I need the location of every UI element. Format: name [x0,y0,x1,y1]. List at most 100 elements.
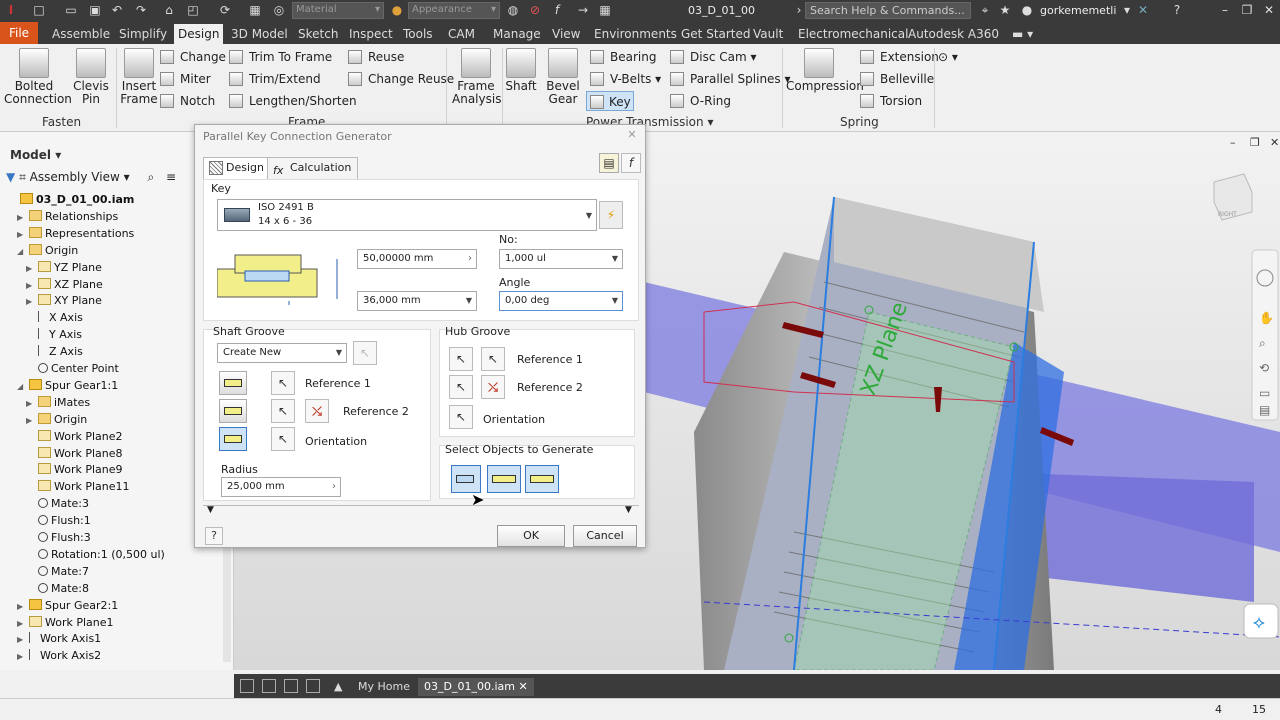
browser-title[interactable]: Model ▾ [10,148,61,162]
user-icon[interactable]: ● [1020,3,1034,17]
shaft-reference-2-pick[interactable]: ↖ [271,399,295,423]
expand-divider[interactable] [203,505,639,515]
tab-electromechanical[interactable]: Electromechanical [794,24,912,44]
generate-shaft-groove-toggle[interactable] [487,465,521,493]
tab-design[interactable]: Design [174,24,224,44]
number-of-keys-select[interactable]: 1,000 ul ▼ [499,249,623,269]
material-combo[interactable]: Material ▾ [292,2,384,19]
shaft-reference-1-pick[interactable]: ↖ [271,371,295,395]
v-belts-button[interactable]: V-Belts ▾ [590,69,661,89]
expand-toggle-icon[interactable]: ▶ [26,412,38,429]
disc-cam-button[interactable]: Disc Cam ▾ [670,47,757,67]
expand-toggle-icon[interactable]: ▶ [26,260,38,277]
hub-orientation-pick[interactable]: ↖ [449,405,473,429]
app-logo-icon[interactable]: I [4,3,18,17]
hub-reference-1-pick[interactable]: ↖ [449,347,473,371]
extension-button[interactable]: Extension [860,47,939,67]
trim-extend-button[interactable]: Trim/Extend [229,69,321,89]
tab-tools[interactable]: Tools [399,24,437,44]
tab-design[interactable]: Design [203,157,271,179]
shaft-orientation-pick[interactable]: ↖ [271,427,295,451]
tree-item[interactable]: ◢ Origin [17,242,78,259]
bearing-button[interactable]: Bearing [590,47,656,67]
angle-select[interactable]: 0,00 deg ▼ [499,291,623,311]
shaft-groove-type-3[interactable] [219,427,247,451]
vertical-split-icon[interactable] [306,679,320,693]
notch-button[interactable]: Notch [160,91,215,111]
tab-view[interactable]: View [548,24,584,44]
tab-vault[interactable]: Vault [749,24,787,44]
clear-icon[interactable]: ⊘ [528,3,542,17]
tab-document[interactable]: 03_D_01_00.iam ✕ [418,678,534,696]
lengthen-shorten-button[interactable]: Lengthen/Shorten [229,91,357,111]
parallel-splines-button[interactable]: Parallel Splines ▾ [670,69,791,89]
help-icon[interactable]: ? [205,527,223,545]
search-input[interactable]: Search Help & Commands... [805,2,971,19]
tree-item[interactable]: ▶ XY Plane [26,292,102,309]
torsion-button[interactable]: Torsion [860,91,922,111]
star-icon[interactable]: ★ [998,3,1012,17]
tab-cam[interactable]: CAM [444,24,479,44]
tree-item[interactable]: ▶ Spur Gear2:1 [17,597,118,614]
user-name[interactable]: gorkememetli [1040,4,1116,17]
lightning-icon[interactable]: ⚡ [599,201,623,229]
restore-icon[interactable]: ❐ [1240,3,1254,17]
hub-reference-1-select[interactable]: ↖ [481,347,505,371]
tree-item[interactable]: X Axis [26,309,83,326]
tab-autodesk-a360[interactable]: Autodesk A360 [904,24,1003,44]
hub-reference-2-flip-icon[interactable]: ⤯ [481,375,505,399]
expand-toggle-icon[interactable]: ▶ [17,226,29,243]
tab-simplify[interactable]: Simplify [115,24,171,44]
appearance-icon[interactable]: ● [390,3,404,17]
tree-item[interactable]: 03_D_01_00.iam [8,191,134,208]
select-icon[interactable]: ◰ [186,3,200,17]
report-icon[interactable]: ▤ [599,153,619,173]
cascade-icon[interactable] [284,679,298,693]
chevron-right-icon[interactable]: › [332,478,336,496]
tree-item[interactable]: Flush:3 [26,529,91,546]
ribbon-toggle-icon[interactable]: ▬ ▾ [1008,24,1037,44]
expand-toggle-icon[interactable]: ▶ [17,209,29,226]
expand-toggle-icon[interactable]: ◢ [17,243,29,260]
tab-calculation[interactable]: fx Calculation [267,157,359,179]
redo-icon[interactable]: ↷ [134,3,148,17]
compression-button[interactable]: Compression [786,48,864,93]
assembly-view-selector[interactable]: ▼ ⌗ Assembly View ▾ ⌕ ≡ [6,170,176,185]
change-reuse-button[interactable]: Change Reuse [348,69,454,89]
insert-frame-button[interactable]: Insert Frame [120,48,158,106]
help-icon[interactable]: ? [1170,3,1184,17]
tree-item[interactable]: Z Axis [26,343,83,360]
fx-icon[interactable]: f [550,3,564,17]
tree-item[interactable]: ◢ Spur Gear1:1 [17,377,118,394]
tree-item[interactable]: Flush:1 [26,512,91,529]
tree-item[interactable]: Y Axis [26,326,82,343]
o-ring-button[interactable]: O-Ring [670,91,731,111]
minimize-icon[interactable]: – [1218,3,1232,17]
tree-item[interactable]: ▶ iMates [26,394,90,411]
filter-icon[interactable]: ▼ [6,170,15,184]
clevis-pin-button[interactable]: Clevis Pin [68,48,114,106]
expand-toggle-icon[interactable]: ◢ [17,378,29,395]
shaft-groove-type-2[interactable] [219,399,247,423]
tab-my-home[interactable]: My Home [352,678,416,696]
expand-toggle-icon[interactable]: ▶ [17,598,29,615]
shaft-groove-select[interactable]: Create New ▼ [217,343,347,363]
close-icon[interactable]: ✕ [1262,3,1276,17]
shaft-groove-type-1[interactable] [219,371,247,395]
tab-assemble[interactable]: Assemble [48,24,114,44]
tree-item[interactable]: ▶ Origin [26,411,87,428]
orbit-icon[interactable]: ⟲ [1259,361,1269,375]
shaft-groove-pick-icon[interactable]: ↖ [353,341,377,365]
zoom-icon[interactable]: ⌕ [1259,336,1266,350]
tree-item[interactable]: ▶ Work Axis1 [17,630,101,647]
tab-sketch[interactable]: Sketch [294,24,342,44]
arrow-icon[interactable]: → [576,3,590,17]
cancel-button[interactable]: Cancel [573,525,637,547]
tree-item[interactable]: Work Plane8 [26,445,123,462]
tree-item[interactable]: Work Plane2 [26,428,123,445]
tree-item[interactable]: ▶ YZ Plane [26,259,102,276]
frame-analysis-button[interactable]: Frame Analysis [452,48,501,106]
fx-options-icon[interactable]: f [621,153,641,173]
chevron-right-icon[interactable]: › [468,250,472,268]
home-icon[interactable]: ⌂ [162,3,176,17]
